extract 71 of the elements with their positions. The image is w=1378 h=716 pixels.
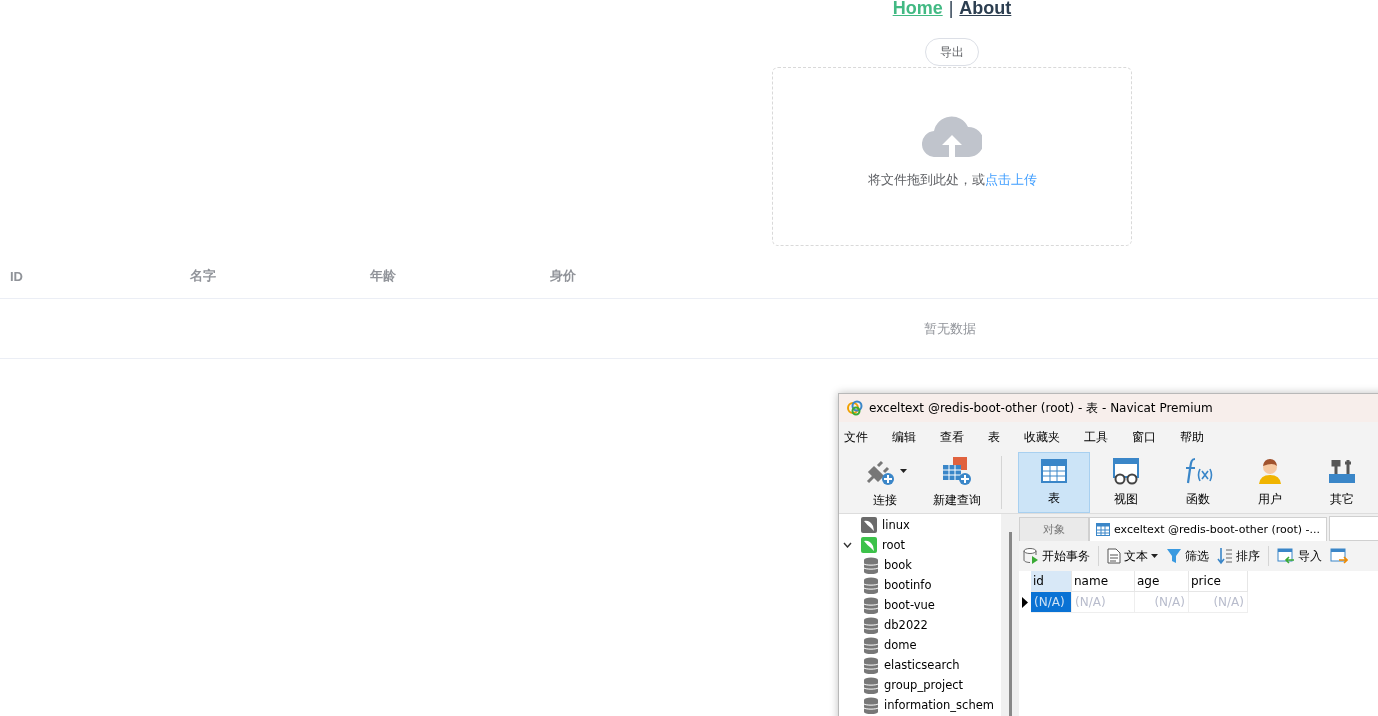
table-export-icon[interactable] — [1330, 548, 1348, 564]
tree-item[interactable]: linux — [839, 515, 1001, 535]
toolbar-button[interactable]: 连接 — [849, 452, 921, 513]
nav-link[interactable]: About — [959, 0, 1012, 19]
tree-item[interactable]: group_project — [839, 675, 1001, 695]
window-title: exceltext @redis-boot-other (root) - 表 - Navicat Premium — [869, 399, 1213, 417]
data-toolbar-button[interactable]: 导入 — [1277, 547, 1322, 565]
toolbar-button[interactable]: 其它 — [1306, 452, 1378, 513]
menu-item[interactable]: 编辑 — [892, 428, 928, 446]
database-icon — [863, 676, 879, 694]
database-icon — [863, 596, 879, 614]
menu-item[interactable]: 收藏夹 — [1024, 428, 1072, 446]
view-icon — [1112, 457, 1140, 485]
app-logo-icon — [847, 400, 863, 416]
data-toolbar-button[interactable]: 筛选 — [1166, 547, 1209, 565]
menu-item[interactable]: 工具 — [1084, 428, 1120, 446]
column-header: ID — [9, 268, 24, 284]
empty-text: 暂无数据 — [924, 319, 976, 338]
filter-icon — [1166, 548, 1182, 564]
data-toolbar-button[interactable]: 排序 — [1217, 547, 1260, 565]
table-icon — [1040, 458, 1068, 484]
tree-item[interactable]: root — [839, 535, 1001, 555]
tree-item[interactable]: book — [839, 555, 1001, 575]
database-icon — [863, 656, 879, 674]
tab[interactable]: exceltext @redis-boot-other (root) -... — [1089, 517, 1328, 541]
tab[interactable]: 对象 — [1019, 517, 1089, 541]
grid-column-header[interactable]: id — [1031, 571, 1072, 592]
grid-column-header[interactable]: price — [1189, 571, 1248, 592]
toolbar-button[interactable]: 视图 — [1090, 452, 1162, 513]
data-toolbar-button[interactable]: 开始事务 — [1023, 547, 1090, 565]
tree-item[interactable]: db2022 — [839, 615, 1001, 635]
tree-item[interactable]: bootinfo — [839, 575, 1001, 595]
toolbar-button[interactable]: 函数 — [1162, 452, 1234, 513]
document-icon — [1107, 548, 1121, 564]
user-icon — [1256, 457, 1284, 485]
tree-item[interactable]: dome — [839, 635, 1001, 655]
tree-item[interactable]: boot-vue — [839, 595, 1001, 615]
grid-cell[interactable]: (N/A) — [1031, 592, 1072, 613]
table-import-icon — [1277, 548, 1295, 564]
input-field[interactable] — [1329, 516, 1378, 541]
menu-item[interactable]: 帮助 — [1180, 428, 1216, 446]
database-icon — [863, 616, 879, 634]
tree-item[interactable]: information_schem — [839, 695, 1001, 715]
toolbar-button[interactable]: 新建查询 — [921, 452, 993, 513]
export-button[interactable]: 导出 — [925, 38, 979, 66]
menu-item[interactable]: 窗口 — [1132, 428, 1168, 446]
toolbar-button[interactable]: 表 — [1018, 452, 1090, 513]
nav-separator: | — [948, 0, 954, 19]
menu-item[interactable]: 查看 — [940, 428, 976, 446]
column-header: 身价 — [549, 267, 577, 285]
grid-column-header[interactable]: name — [1072, 571, 1135, 592]
database-icon — [863, 556, 879, 574]
column-header: 名字 — [189, 267, 217, 285]
grid-column-header[interactable]: age — [1135, 571, 1189, 592]
table-icon — [1096, 523, 1110, 536]
upload-hint: 将文件拖到此处，或点击上传 — [867, 171, 1037, 189]
tree-item[interactable]: elasticsearch — [839, 655, 1001, 675]
upload-dropzone[interactable]: 将文件拖到此处，或点击上传 — [772, 67, 1132, 246]
database-icon — [863, 636, 879, 654]
data-toolbar-button[interactable]: 文本 — [1107, 547, 1158, 565]
database-play-icon — [1023, 548, 1039, 564]
tools-icon — [1327, 457, 1357, 485]
column-header: 年龄 — [369, 267, 397, 285]
toolbar-button[interactable]: 用户 — [1234, 452, 1306, 513]
function-icon — [1183, 457, 1213, 485]
database-icon — [863, 576, 879, 594]
menu-item[interactable]: 表 — [988, 428, 1012, 446]
menu-item[interactable]: 文件 — [844, 428, 880, 446]
sort-icon — [1217, 547, 1233, 565]
table-add-icon — [941, 456, 973, 486]
chevron-down-icon[interactable] — [843, 542, 852, 548]
